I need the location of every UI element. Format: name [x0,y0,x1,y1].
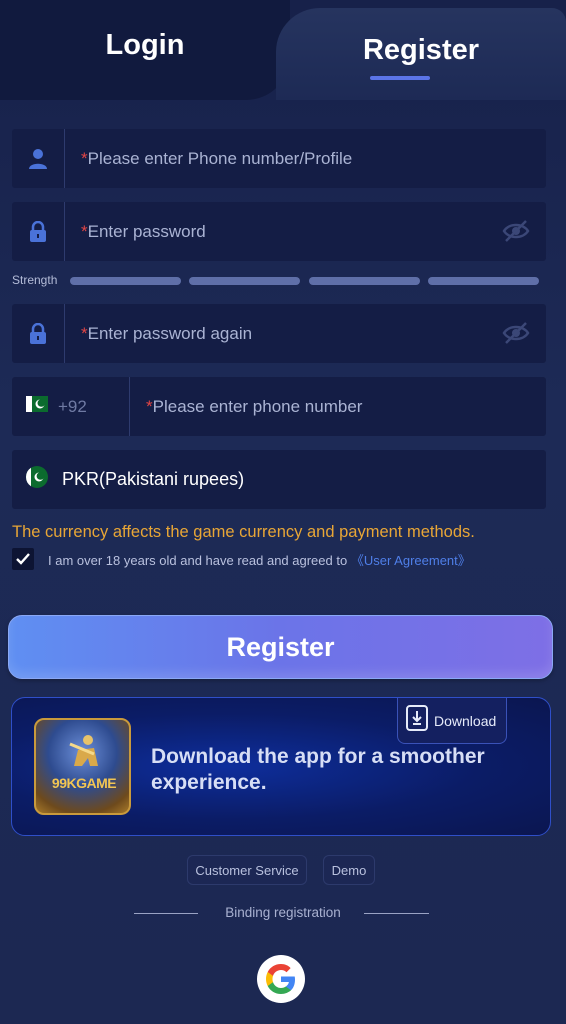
customer-service-label: Customer Service [195,862,299,878]
user-agreement-link[interactable]: 《User Agreement》 [351,553,471,568]
google-login-button[interactable] [257,955,305,1003]
phone-number-field[interactable]: +92 *Please enter phone number [12,377,546,436]
app-logo-text: 99KGAME [51,775,117,791]
register-button[interactable]: Register [8,615,553,679]
active-tab-indicator [370,76,430,80]
app-thumbnail: 99KGAME [34,718,131,815]
strength-label: Strength [12,273,58,287]
download-button-label: Download [434,712,497,729]
lock-icon [12,304,65,363]
phone-profile-placeholder: Please enter Phone number/Profile [87,148,353,168]
download-phone-icon [406,705,428,736]
strength-bar [70,277,181,285]
tab-login[interactable]: Login [0,0,290,100]
strength-bar [428,277,539,285]
auth-tabs: Login Register [0,0,566,100]
binding-registration-divider: Binding registration [0,904,566,924]
download-app-card[interactable]: 99KGAME Download the app for a smoother … [11,697,551,836]
eye-off-icon[interactable] [502,219,530,248]
password-placeholder: Enter password [87,221,206,241]
confirm-password-placeholder: Enter password again [87,323,253,343]
tab-register[interactable]: Register [276,8,566,100]
currency-value: PKR(Pakistani rupees) [62,469,245,489]
binding-registration-label: Binding registration [225,905,341,920]
country-code-selector[interactable]: +92 [12,377,130,436]
agreement-row: I am over 18 years old and have read and… [12,548,471,570]
currency-note: The currency affects the game currency a… [12,523,475,541]
eye-off-icon[interactable] [502,321,530,350]
country-code: +92 [58,396,87,416]
customer-service-button[interactable]: Customer Service [187,855,307,885]
download-button[interactable]: Download [397,698,507,744]
demo-button[interactable]: Demo [323,855,375,885]
phone-profile-field[interactable]: *Please enter Phone number/Profile [12,129,546,188]
download-message: Download the app for a smoother experien… [151,745,485,794]
required-mark: * [81,148,88,168]
agreement-checkbox[interactable] [12,548,34,570]
required-mark: * [81,323,88,343]
tab-register-label: Register [362,33,480,66]
password-strength: Strength [12,272,542,290]
confirm-password-field[interactable]: *Enter password again [12,304,546,363]
phone-placeholder: Please enter phone number [152,396,363,416]
user-icon [12,129,65,188]
register-button-label: Register [226,631,335,662]
lock-icon [12,202,65,261]
check-icon [16,553,30,565]
required-mark: * [146,396,153,416]
divider-line [364,913,429,914]
password-field[interactable]: *Enter password [12,202,546,261]
agreement-text: I am over 18 years old and have read and… [48,552,348,568]
pakistan-flag-icon [26,466,48,493]
google-icon [266,964,295,994]
strength-bar [309,277,420,285]
currency-select[interactable]: PKR(Pakistani rupees) [12,450,546,509]
demo-label: Demo [331,862,367,878]
strength-bar [189,277,300,285]
register-screen: Login Register *Please enter Phone numbe… [0,0,566,1024]
required-mark: * [81,221,88,241]
pakistan-flag-icon [26,396,48,417]
tab-login-label: Login [105,28,185,61]
